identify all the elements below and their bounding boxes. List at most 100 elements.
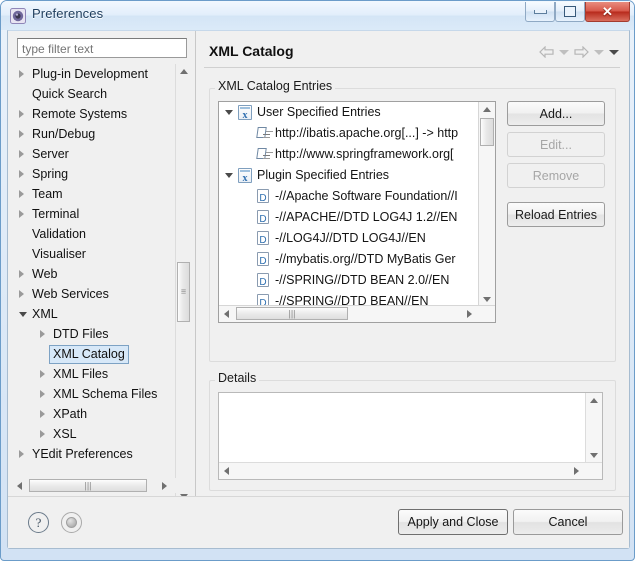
entries-group-row[interactable]: Plugin Specified Entries [219,165,495,189]
help-icon[interactable]: ? [28,512,49,533]
scroll-grip-icon: ||| [288,308,296,318]
sidebar-item-visualiser[interactable]: Visualiser [14,244,190,264]
sidebar-item-xml-files[interactable]: XML Files [14,364,190,384]
chevron-right-icon[interactable] [19,130,24,138]
sidebar-item-label: Server [32,147,69,161]
entries-item-row[interactable]: -//SPRING//DTD BEAN 2.0//EN [219,270,495,293]
entries-scroll-thumb[interactable] [480,118,494,146]
close-button[interactable]: ✕ [585,2,630,22]
shell-icon[interactable] [61,512,82,533]
sidebar-item-dtd-files[interactable]: DTD Files [14,324,190,344]
dtd-icon [257,209,269,230]
entries-horizontal-scrollbar[interactable]: ||| [219,305,495,322]
minimize-button[interactable] [525,2,555,22]
scroll-up-button[interactable] [479,102,495,117]
scroll-left-button[interactable] [219,306,234,321]
xml-catalog-group-icon [238,168,252,189]
back-dropdown-icon[interactable] [558,44,570,60]
filter-input[interactable] [17,38,187,58]
back-arrow-icon[interactable] [538,44,555,60]
sidebar-item-validation[interactable]: Validation [14,224,190,244]
forward-dropdown-icon[interactable] [593,44,605,60]
chevron-right-icon[interactable] [19,170,24,178]
remove-button[interactable]: Remove [507,163,605,188]
add-button[interactable]: Add... [507,101,605,126]
edit-button[interactable]: Edit... [507,132,605,157]
sidebar-item-server[interactable]: Server [14,144,190,164]
chevron-right-icon[interactable] [19,70,24,78]
sidebar-item-quick-search[interactable]: Quick Search [14,84,190,104]
window-title: Preferences [32,6,104,21]
chevron-down-icon[interactable] [225,173,233,178]
chevron-right-icon[interactable] [40,330,45,338]
entries-item-row[interactable]: -//Apache Software Foundation//I [219,186,495,209]
entries-group-row[interactable]: User Specified Entries [219,102,495,126]
dtd-icon [257,230,269,251]
scroll-grip-icon: ||| [84,480,92,490]
sidebar-item-xsl[interactable]: XSL [14,424,190,444]
sidebar-item-web-services[interactable]: Web Services [14,284,190,304]
sidebar-hscroll-thumb[interactable]: ||| [29,479,147,492]
sidebar-item-terminal[interactable]: Terminal [14,204,190,224]
entries-vertical-scrollbar[interactable] [478,102,495,308]
chevron-right-icon[interactable] [19,210,24,218]
chevron-right-icon[interactable] [40,410,45,418]
sidebar-scroll-thumb[interactable]: ≡ [177,262,190,322]
chevron-right-icon[interactable] [19,110,24,118]
chevron-right-icon[interactable] [40,430,45,438]
scroll-down-button[interactable] [586,448,602,463]
entry-label: -//LOG4J//DTD LOG4J//EN [275,231,426,245]
sidebar-item-plug-in-development[interactable]: Plug-in Development [14,64,190,84]
reload-entries-button[interactable]: Reload Entries [507,202,605,227]
maximize-button[interactable] [555,2,585,22]
scroll-left-button[interactable] [12,478,27,493]
sidebar-item-remote-systems[interactable]: Remote Systems [14,104,190,124]
chevron-right-icon[interactable] [40,390,45,398]
entries-item-row[interactable]: -//LOG4J//DTD LOG4J//EN [219,228,495,251]
entries-item-row[interactable]: -//mybatis.org//DTD MyBatis Ger [219,249,495,272]
details-vertical-scrollbar[interactable] [585,393,602,463]
sidebar-item-xpath[interactable]: XPath [14,404,190,424]
entries-group-label: XML Catalog Entries [215,79,336,93]
catalog-entries-list[interactable]: User Specified Entries http://ibatis.apac… [218,101,496,323]
chevron-down-icon[interactable] [225,110,233,115]
preferences-tree[interactable]: Plug-in Development Quick Search Remote Sy… [14,64,190,472]
sidebar-item-xml[interactable]: XML [14,304,190,324]
chevron-right-icon[interactable] [19,290,24,298]
scroll-up-button[interactable] [176,64,191,79]
sidebar-item-label: DTD Files [53,327,109,341]
details-horizontal-scrollbar[interactable] [219,462,602,479]
entries-item-row[interactable]: http://ibatis.apache.org[...] -> http [219,123,495,144]
apply-and-close-button[interactable]: Apply and Close [398,509,508,535]
cancel-button[interactable]: Cancel [513,509,623,535]
entries-hscroll-thumb[interactable]: ||| [236,307,348,320]
chevron-right-icon[interactable] [19,270,24,278]
sidebar-item-xml-schema-files[interactable]: XML Schema Files [14,384,190,404]
scroll-right-button[interactable] [462,306,477,321]
chevron-right-icon[interactable] [19,150,24,158]
sidebar-item-label: XSL [53,427,77,441]
chevron-right-icon[interactable] [19,190,24,198]
scroll-up-button[interactable] [586,393,602,408]
scroll-left-button[interactable] [219,463,234,478]
entries-item-row[interactable]: -//APACHE//DTD LOG4J 1.2//EN [219,207,495,230]
details-text-area[interactable] [218,392,603,480]
chevron-down-icon[interactable] [19,312,27,317]
sidebar-horizontal-scrollbar[interactable]: ||| [12,478,188,493]
entries-item-row[interactable]: http://www.springframework.org[ [219,144,495,165]
forward-arrow-icon[interactable] [573,44,590,60]
sidebar-vertical-scrollbar[interactable]: ≡ [175,64,191,504]
dialog-body: Plug-in Development Quick Search Remote Sy… [7,30,630,549]
sidebar-item-web[interactable]: Web [14,264,190,284]
scroll-right-button[interactable] [569,463,584,478]
view-menu-icon[interactable] [608,44,620,60]
sidebar-item-run-debug[interactable]: Run/Debug [14,124,190,144]
entry-label: -//SPRING//DTD BEAN 2.0//EN [275,273,450,287]
scroll-right-button[interactable] [157,478,172,493]
sidebar-item-spring[interactable]: Spring [14,164,190,184]
chevron-right-icon[interactable] [40,370,45,378]
sidebar-item-xml-catalog[interactable]: XML Catalog [14,344,190,364]
chevron-right-icon[interactable] [19,450,24,458]
sidebar-item-yedit-preferences[interactable]: YEdit Preferences [14,444,190,464]
sidebar-item-team[interactable]: Team [14,184,190,204]
